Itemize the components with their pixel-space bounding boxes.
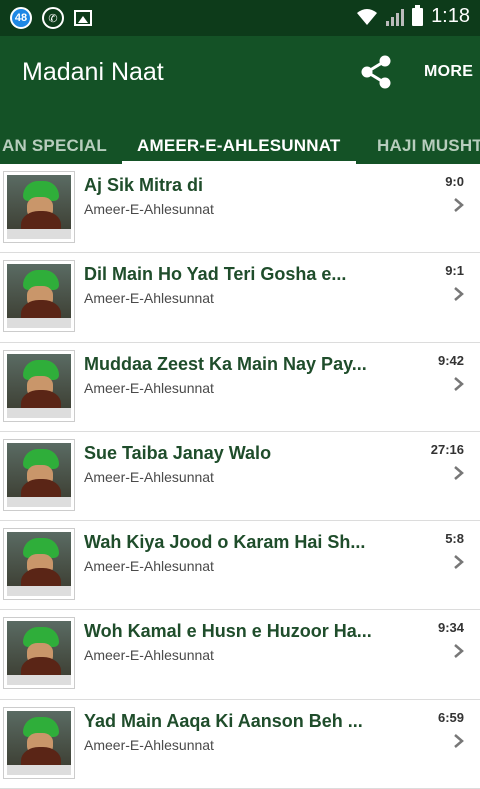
- share-icon[interactable]: [358, 54, 394, 90]
- clock-time: 1:18: [431, 5, 470, 27]
- list-item[interactable]: Aj Sik Mitra di Ameer-E-Ahlesunnat 9:0: [0, 164, 480, 254]
- item-duration: 9:1: [445, 263, 464, 279]
- list-item[interactable]: Woh Kamal e Husn e Huzoor Ha... Ameer-E-…: [0, 610, 480, 700]
- thumbnail-image: [3, 528, 75, 601]
- item-subtitle: Ameer-E-Ahlesunnat: [84, 379, 214, 396]
- item-duration: 6:59: [437, 709, 464, 725]
- item-subtitle: Ameer-E-Ahlesunnat: [84, 290, 214, 307]
- item-duration: 9:42: [437, 352, 464, 368]
- tab-bar: AN SPECIAL AMEER-E-AHLESUNNAT HAJI MUSHT: [0, 108, 480, 164]
- chevron-right-icon: [454, 555, 464, 570]
- thumbnail-image: [3, 438, 75, 511]
- item-title: Sue Taiba Janay Walo: [84, 442, 272, 463]
- tab-an-special[interactable]: AN SPECIAL: [2, 136, 107, 156]
- app-title: Madani Naat: [22, 58, 164, 86]
- whatsapp-icon: ✆: [42, 7, 64, 29]
- list-item[interactable]: Muddaa Zeest Ka Main Nay Pay... Ameer-E-…: [0, 342, 480, 432]
- image-notification-icon: [74, 10, 92, 26]
- chevron-right-icon: [454, 198, 464, 212]
- item-subtitle: Ameer-E-Ahlesunnat: [84, 736, 214, 753]
- chevron-right-icon: [454, 644, 464, 659]
- item-subtitle: Ameer-E-Ahlesunnat: [84, 468, 214, 485]
- naat-list: Aj Sik Mitra di Ameer-E-Ahlesunnat 9:0 D…: [0, 164, 480, 789]
- item-title: Dil Main Ho Yad Teri Gosha e...: [84, 264, 347, 285]
- notification-count-icon: 48: [10, 7, 32, 29]
- item-title: Wah Kiya Jood o Karam Hai Sh...: [84, 532, 366, 553]
- thumbnail-image: [3, 706, 75, 779]
- item-subtitle: Ameer-E-Ahlesunnat: [84, 647, 214, 664]
- wifi-icon: [357, 8, 378, 25]
- thumbnail-image: [3, 260, 75, 333]
- chevron-right-icon: [454, 287, 464, 302]
- item-duration: 27:16: [430, 441, 464, 457]
- thumbnail-image: [3, 617, 75, 690]
- thumbnail-image: [3, 171, 75, 243]
- list-item[interactable]: Wah Kiya Jood o Karam Hai Sh... Ameer-E-…: [0, 521, 480, 611]
- status-bar: 48 ✆ 1:18: [0, 0, 480, 36]
- item-title: Muddaa Zeest Ka Main Nay Pay...: [84, 353, 367, 374]
- list-item[interactable]: Dil Main Ho Yad Teri Gosha e... Ameer-E-…: [0, 253, 480, 343]
- battery-icon: [412, 4, 424, 26]
- signal-icon: [386, 8, 405, 26]
- app-bar: Madani Naat MORE: [0, 36, 480, 108]
- thumbnail-image: [3, 349, 75, 422]
- item-duration: 9:0: [445, 174, 464, 189]
- item-subtitle: Ameer-E-Ahlesunnat: [84, 558, 214, 575]
- more-button[interactable]: MORE: [424, 63, 473, 81]
- chevron-right-icon: [454, 376, 464, 391]
- item-subtitle: Ameer-E-Ahlesunnat: [84, 201, 214, 217]
- list-item[interactable]: Yad Main Aaqa Ki Aanson Beh ... Ameer-E-…: [0, 699, 480, 789]
- item-duration: 9:34: [437, 620, 464, 636]
- list-item[interactable]: Sue Taiba Janay Walo Ameer-E-Ahlesunnat …: [0, 431, 480, 522]
- chevron-right-icon: [454, 465, 464, 480]
- tab-ameer-e-ahlesunnat[interactable]: AMEER-E-AHLESUNNAT: [137, 136, 341, 156]
- item-title: Aj Sik Mitra di: [84, 175, 204, 195]
- tab-haji-musht[interactable]: HAJI MUSHT: [377, 136, 480, 156]
- item-title: Woh Kamal e Husn e Huzoor Ha...: [84, 621, 372, 642]
- chevron-right-icon: [454, 733, 464, 748]
- item-duration: 5:8: [445, 531, 464, 547]
- item-title: Yad Main Aaqa Ki Aanson Beh ...: [84, 710, 363, 731]
